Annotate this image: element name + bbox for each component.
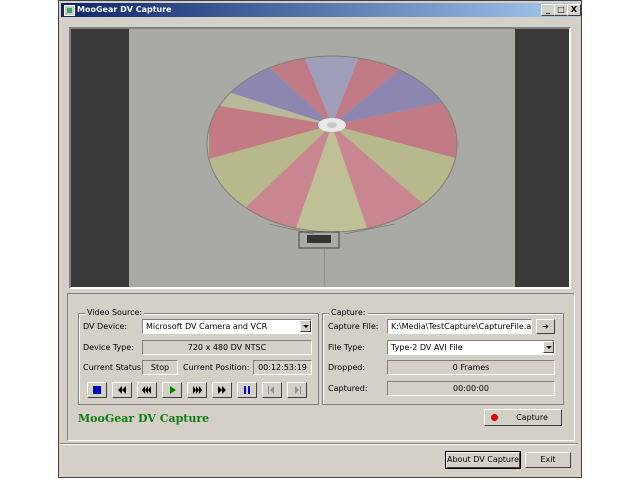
file-type-label: File Type: [328, 343, 365, 352]
dropped-value: 0 Frames [387, 360, 555, 375]
capture-button[interactable]: Capture [484, 409, 562, 426]
app-window: MooGear DV Capture _ □ X [58, 0, 582, 478]
stop-button[interactable] [87, 382, 107, 398]
parasail-image [129, 29, 515, 287]
chevron-down-icon[interactable] [543, 341, 554, 353]
captured-value: 00:00:00 [387, 381, 555, 396]
exit-button[interactable]: Exit [525, 452, 571, 468]
current-status-value: Stop [142, 360, 178, 375]
brand-logo-text: MooGear DV Capture [78, 412, 210, 425]
fast-rewind-button[interactable] [137, 382, 157, 398]
current-position-label: Current Position: [183, 363, 250, 372]
window-title: MooGear DV Capture [77, 5, 172, 14]
record-icon [491, 414, 498, 421]
video-source-group-title: Video Source: [85, 308, 145, 317]
capture-file-input[interactable]: K:\Media\TestCapture\CaptureFile.avi [387, 319, 532, 334]
forward-button[interactable] [212, 382, 232, 398]
step-forward-button[interactable] [287, 382, 307, 398]
dropped-label: Dropped: [328, 363, 366, 372]
step-back-button[interactable] [262, 382, 282, 398]
title-bar[interactable]: MooGear DV Capture _ □ X [61, 3, 581, 17]
device-type-value: 720 x 480 DV NTSC [142, 340, 312, 355]
video-preview [69, 27, 571, 289]
chevron-down-icon[interactable] [300, 320, 311, 332]
play-button[interactable] [162, 382, 182, 398]
stop-icon [93, 386, 101, 394]
fast-rewind-icon [142, 386, 151, 394]
current-position-value: 00:12:53:19 [253, 360, 312, 375]
close-button[interactable]: X [567, 4, 581, 16]
forward-icon [218, 386, 226, 394]
fast-forward-icon [193, 386, 202, 394]
captured-label: Captured: [328, 384, 368, 393]
step-back-icon [268, 386, 274, 394]
minimize-button[interactable]: _ [541, 4, 555, 16]
fast-forward-button[interactable] [187, 382, 207, 398]
browse-button[interactable]: ➔ [536, 319, 555, 334]
pause-button[interactable] [237, 382, 257, 398]
rewind-icon [118, 386, 126, 394]
dv-device-value: Microsoft DV Camera and VCR [146, 322, 268, 331]
pause-icon [244, 386, 250, 394]
footer-divider [60, 443, 578, 445]
about-button[interactable]: About DV Capture [445, 451, 521, 469]
video-background [71, 29, 569, 287]
step-forward-icon [295, 386, 301, 394]
play-icon [170, 386, 176, 394]
dv-device-label: DV Device: [83, 322, 128, 331]
arrow-right-icon: ➔ [542, 322, 549, 331]
device-type-label: Device Type: [83, 343, 134, 352]
capture-button-label: Capture [516, 413, 548, 422]
capture-group-title: Capture: [329, 308, 368, 317]
file-type-value: Type-2 DV AVI File [391, 343, 463, 352]
current-status-label: Current Status: [83, 363, 144, 372]
dv-device-select[interactable]: Microsoft DV Camera and VCR [142, 319, 312, 334]
file-type-select[interactable]: Type-2 DV AVI File [387, 340, 555, 355]
app-icon [64, 5, 75, 16]
maximize-button[interactable]: □ [554, 4, 568, 16]
capture-file-label: Capture File: [328, 322, 379, 331]
video-frame-image [129, 29, 515, 287]
rewind-button[interactable] [112, 382, 132, 398]
